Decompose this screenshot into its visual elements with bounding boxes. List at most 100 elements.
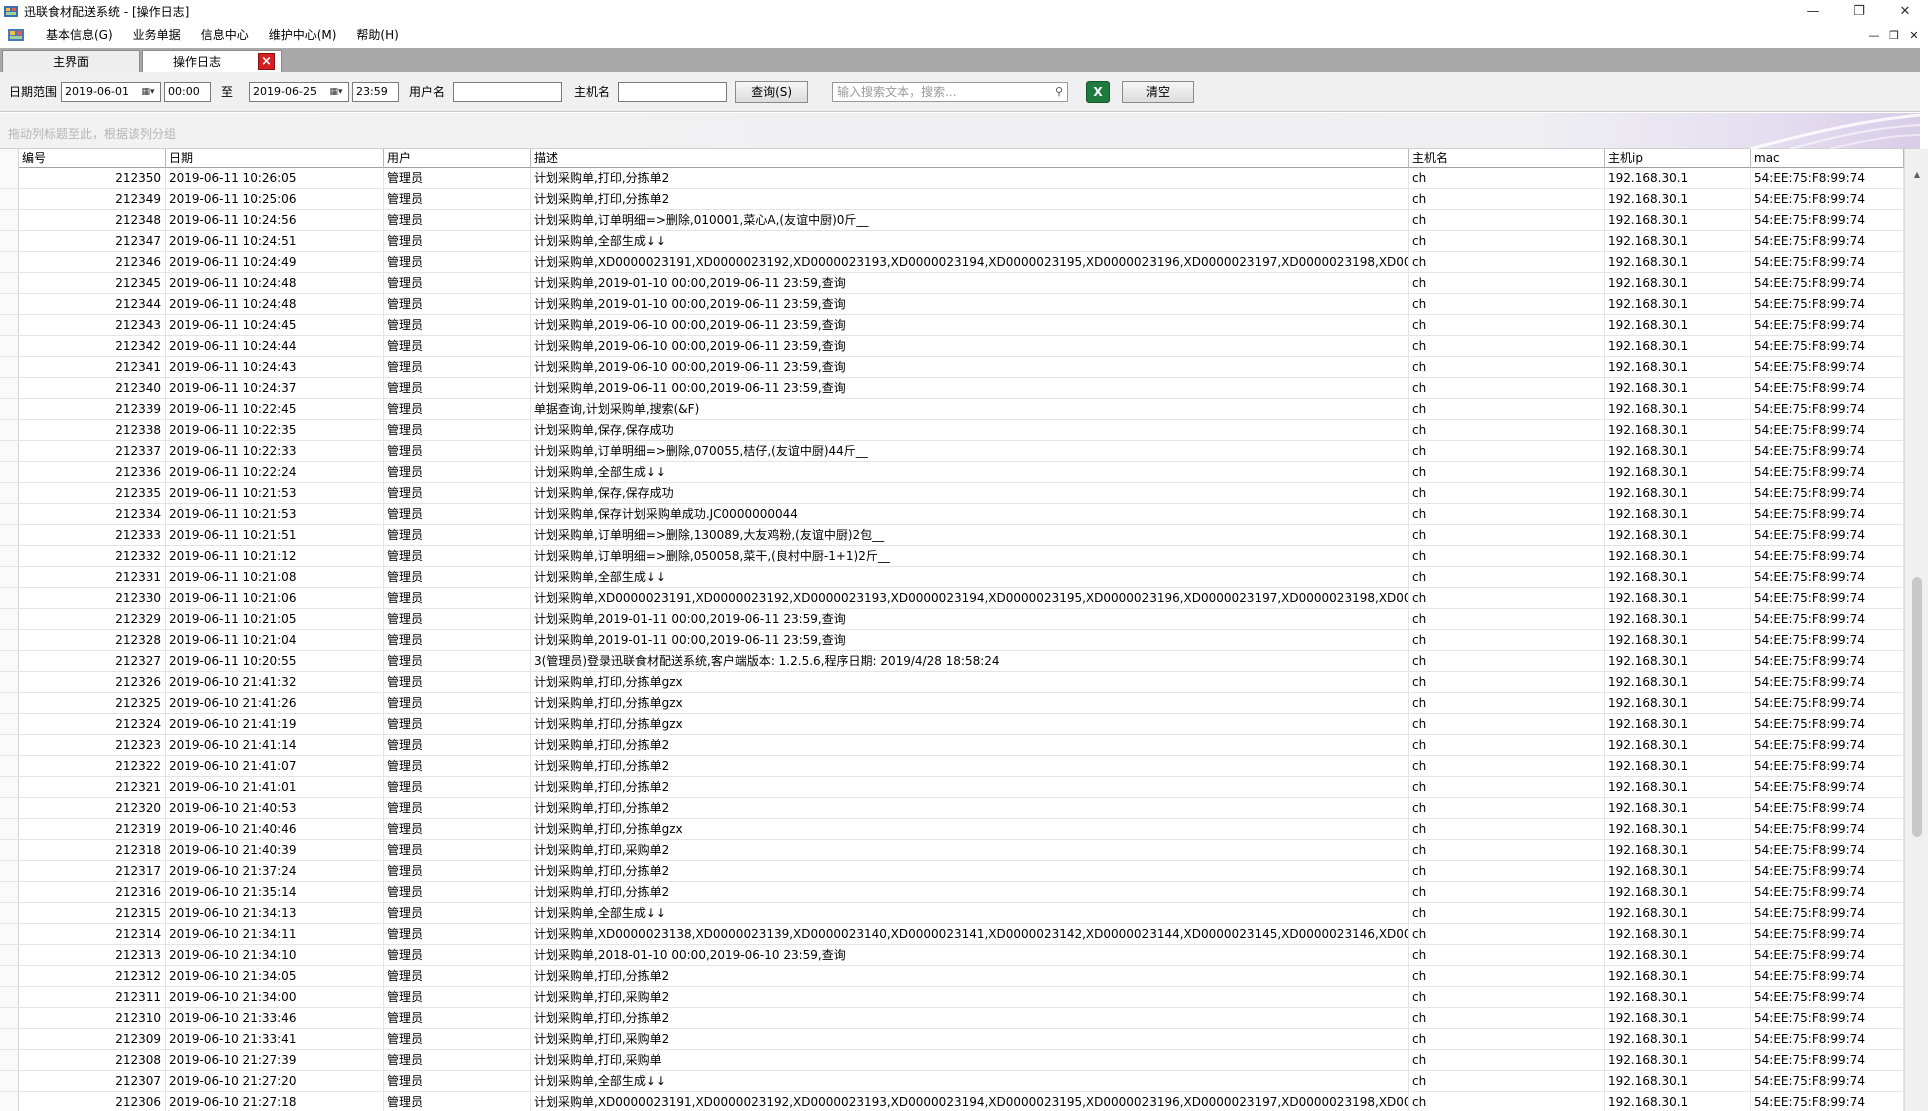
row-indicator[interactable] [0,735,19,755]
table-row[interactable]: 212350 2019-06-11 10:26:05 管理员 计划采购单,打印,分拣单… [0,168,1904,189]
row-indicator[interactable] [0,504,19,524]
row-indicator[interactable] [0,546,19,566]
query-button[interactable]: 查询(S) [735,80,809,103]
table-row[interactable]: 212343 2019-06-11 10:24:45 管理员 计划采购单,2019-0… [0,315,1904,336]
calendar-dropdown-icon[interactable]: ▦▾ [137,85,159,99]
scroll-thumb[interactable] [1912,577,1922,837]
table-row[interactable]: 212309 2019-06-10 21:33:41 管理员 计划采购单,打印,采购单… [0,1029,1904,1050]
table-row[interactable]: 212329 2019-06-11 10:21:05 管理员 计划采购单,2019-0… [0,609,1904,630]
table-row[interactable]: 212318 2019-06-10 21:40:39 管理员 计划采购单,打印,采购单… [0,840,1904,861]
table-row[interactable]: 212306 2019-06-10 21:27:18 管理员 计划采购单,XD0000… [0,1092,1904,1111]
table-row[interactable]: 212325 2019-06-10 21:41:26 管理员 计划采购单,打印,分拣单… [0,693,1904,714]
table-row[interactable]: 212341 2019-06-11 10:24:43 管理员 计划采购单,2019-0… [0,357,1904,378]
row-indicator[interactable] [0,672,19,692]
row-indicator[interactable] [0,1050,19,1070]
table-row[interactable]: 212344 2019-06-11 10:24:48 管理员 计划采购单,2019-0… [0,294,1904,315]
scroll-up-icon[interactable]: ▲ [1905,167,1928,183]
menu-maintenance[interactable]: 维护中心(M) [259,24,347,46]
table-row[interactable]: 212332 2019-06-11 10:21:12 管理员 计划采购单,订单明细=>… [0,546,1904,567]
row-indicator[interactable] [0,210,19,230]
row-indicator[interactable] [0,336,19,356]
restore-button[interactable]: ❐ [1836,0,1882,22]
row-indicator[interactable] [0,294,19,314]
start-date-picker[interactable]: 2019-06-01 ▦▾ [61,81,162,102]
column-header-host-ip[interactable]: 主机ip [1605,149,1751,168]
table-row[interactable]: 212336 2019-06-11 10:22:24 管理员 计划采购单,全部生成↓↓… [0,462,1904,483]
table-row[interactable]: 212346 2019-06-11 10:24:49 管理员 计划采购单,XD0000… [0,252,1904,273]
table-row[interactable]: 212330 2019-06-11 10:21:06 管理员 计划采购单,XD0000… [0,588,1904,609]
table-row[interactable]: 212315 2019-06-10 21:34:13 管理员 计划采购单,全部生成↓↓… [0,903,1904,924]
table-row[interactable]: 212307 2019-06-10 21:27:20 管理员 计划采购单,全部生成↓↓… [0,1071,1904,1092]
column-header-hostname[interactable]: 主机名 [1409,149,1605,168]
clear-button[interactable]: 清空 [1122,80,1195,103]
row-indicator[interactable] [0,861,19,881]
row-indicator[interactable] [0,1029,19,1049]
row-indicator[interactable] [0,315,19,335]
table-row[interactable]: 212337 2019-06-11 10:22:33 管理员 计划采购单,订单明细=>… [0,441,1904,462]
end-time-input[interactable]: 23:59 [352,81,400,102]
close-button[interactable]: ✕ [1882,0,1928,22]
mdi-restore-button[interactable]: ❐ [1884,29,1904,42]
row-indicator[interactable] [0,357,19,377]
row-indicator[interactable] [0,525,19,545]
column-header-id[interactable]: 编号 [19,149,166,168]
table-row[interactable]: 212312 2019-06-10 21:34:05 管理员 计划采购单,打印,分拣单… [0,966,1904,987]
table-row[interactable]: 212334 2019-06-11 10:21:53 管理员 计划采购单,保存计划采购… [0,504,1904,525]
menu-app-icon[interactable] [8,28,24,42]
row-indicator[interactable] [0,168,19,188]
table-row[interactable]: 212340 2019-06-11 10:24:37 管理员 计划采购单,2019-0… [0,378,1904,399]
row-indicator[interactable] [0,588,19,608]
mdi-minimize-button[interactable]: — [1864,29,1884,42]
tab-main[interactable]: 主界面 [2,50,140,72]
table-row[interactable]: 212326 2019-06-10 21:41:32 管理员 计划采购单,打印,分拣单… [0,672,1904,693]
table-row[interactable]: 212311 2019-06-10 21:34:00 管理员 计划采购单,打印,采购单… [0,987,1904,1008]
table-row[interactable]: 212313 2019-06-10 21:34:10 管理员 计划采购单,2018-0… [0,945,1904,966]
table-row[interactable]: 212339 2019-06-11 10:22:45 管理员 单据查询,计划采购单,搜… [0,399,1904,420]
row-indicator[interactable] [0,777,19,797]
menu-business-docs[interactable]: 业务单据 [123,24,191,46]
row-indicator[interactable] [0,945,19,965]
menu-basic-info[interactable]: 基本信息(G) [36,24,123,46]
row-indicator[interactable] [0,189,19,209]
table-row[interactable]: 212310 2019-06-10 21:33:46 管理员 计划采购单,打印,分拣单… [0,1008,1904,1029]
table-row[interactable]: 212349 2019-06-11 10:25:06 管理员 计划采购单,打印,分拣单… [0,189,1904,210]
row-indicator[interactable] [0,1008,19,1028]
column-header-mac[interactable]: mac [1751,149,1904,168]
table-row[interactable]: 212347 2019-06-11 10:24:51 管理员 计划采购单,全部生成↓↓… [0,231,1904,252]
table-row[interactable]: 212323 2019-06-10 21:41:14 管理员 计划采购单,打印,分拣单… [0,735,1904,756]
row-indicator[interactable] [0,966,19,986]
row-indicator[interactable] [0,273,19,293]
minimize-button[interactable]: — [1790,0,1836,22]
export-excel-icon[interactable]: X [1086,80,1111,103]
column-header-description[interactable]: 描述 [531,149,1409,168]
calendar-dropdown-icon[interactable]: ▦▾ [325,85,347,99]
menu-info-center[interactable]: 信息中心 [191,24,259,46]
table-row[interactable]: 212338 2019-06-11 10:22:35 管理员 计划采购单,保存,保存成… [0,420,1904,441]
row-indicator[interactable] [0,714,19,734]
table-row[interactable]: 212335 2019-06-11 10:21:53 管理员 计划采购单,保存,保存成… [0,483,1904,504]
row-indicator[interactable] [0,462,19,482]
table-row[interactable]: 212348 2019-06-11 10:24:56 管理员 计划采购单,订单明细=>… [0,210,1904,231]
row-indicator[interactable] [0,231,19,251]
vertical-scrollbar[interactable]: ▲ [1904,149,1928,1111]
row-indicator[interactable] [0,819,19,839]
table-row[interactable]: 212328 2019-06-11 10:21:04 管理员 计划采购单,2019-0… [0,630,1904,651]
row-indicator[interactable] [0,882,19,902]
table-row[interactable]: 212324 2019-06-10 21:41:19 管理员 计划采购单,打印,分拣单… [0,714,1904,735]
row-indicator[interactable] [0,483,19,503]
table-row[interactable]: 212321 2019-06-10 21:41:01 管理员 计划采购单,打印,分拣单… [0,777,1904,798]
host-input[interactable] [618,81,728,102]
row-indicator[interactable] [0,924,19,944]
table-row[interactable]: 212316 2019-06-10 21:35:14 管理员 计划采购单,打印,分拣单… [0,882,1904,903]
table-row[interactable]: 212308 2019-06-10 21:27:39 管理员 计划采购单,打印,采购单… [0,1050,1904,1071]
table-row[interactable]: 212342 2019-06-11 10:24:44 管理员 计划采购单,2019-0… [0,336,1904,357]
row-indicator[interactable] [0,420,19,440]
row-indicator[interactable] [0,252,19,272]
row-indicator[interactable] [0,1092,19,1111]
user-input[interactable] [453,81,563,102]
row-indicator[interactable] [0,798,19,818]
row-indicator[interactable] [0,378,19,398]
table-row[interactable]: 212327 2019-06-11 10:20:55 管理员 3(管理员)登录迅联食材… [0,651,1904,672]
tab-operation-log[interactable]: 操作日志 × [142,50,282,72]
row-indicator[interactable] [0,903,19,923]
